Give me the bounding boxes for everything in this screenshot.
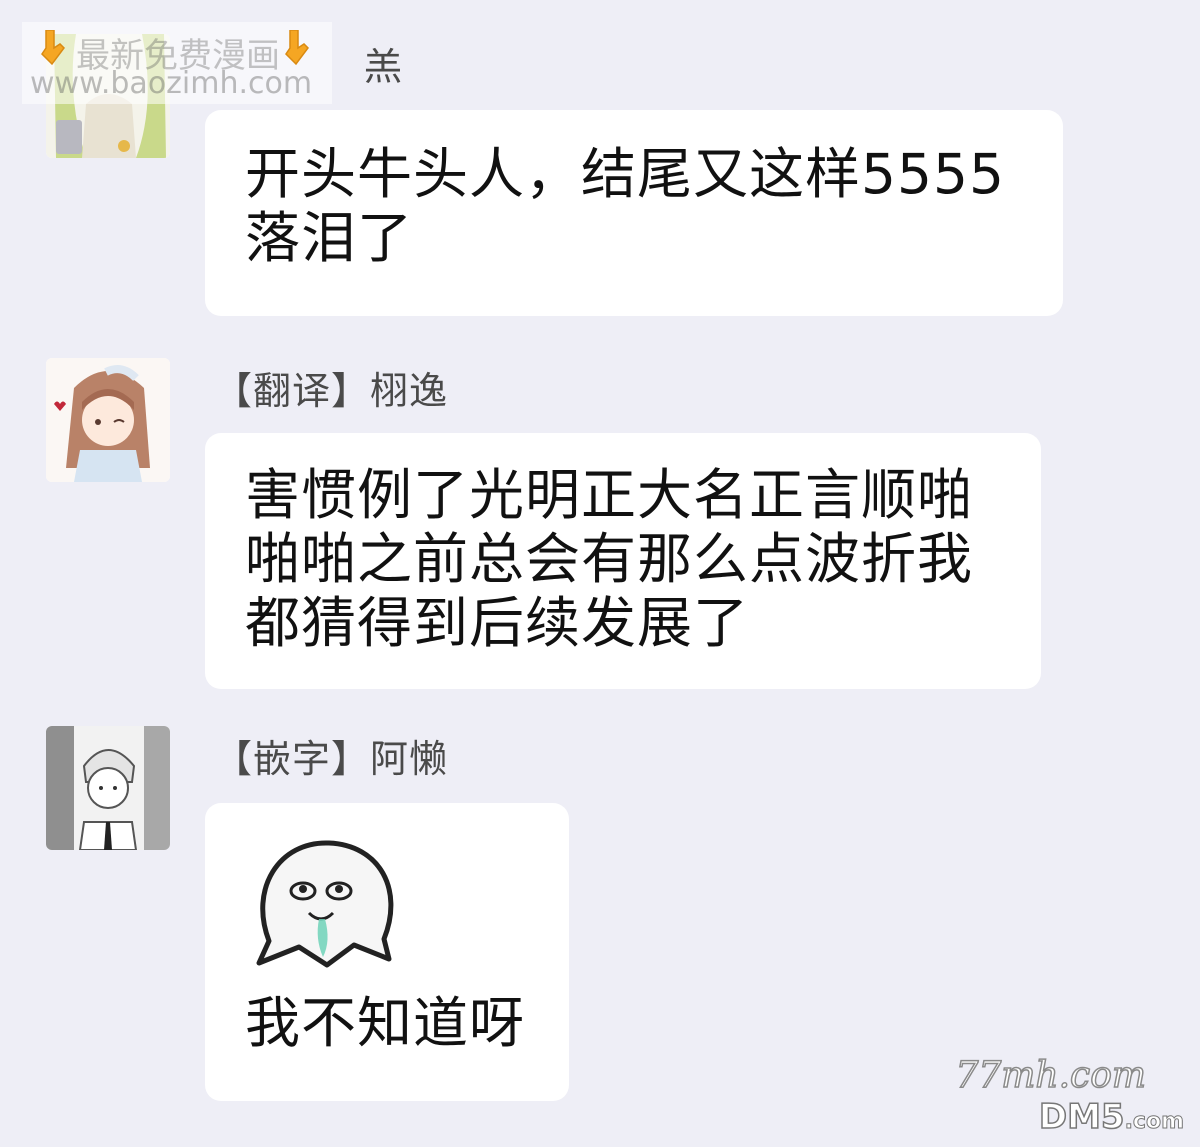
corner-watermark: 77mh.com DM5.com bbox=[946, 1054, 1186, 1141]
sender-name: 【翻译】栩逸 bbox=[214, 369, 449, 413]
sender-name: 羔 bbox=[364, 45, 404, 89]
corner-watermark-brand-row: DM5.com bbox=[1038, 1096, 1184, 1138]
message-text-line: 开头牛头人，结尾又这样5555 bbox=[245, 142, 1005, 206]
message-bubble[interactable]: 开头牛头人，结尾又这样5555 落泪了 bbox=[205, 110, 1063, 316]
corner-watermark-suffix: .com bbox=[1124, 1109, 1184, 1135]
corner-watermark-brand: DM5 bbox=[1038, 1096, 1125, 1138]
message-text-line: 啪啪之前总会有那么点波折我 bbox=[245, 527, 974, 591]
message-bubble[interactable]: 我不知道呀 bbox=[205, 803, 569, 1101]
avatar-sender-2[interactable] bbox=[46, 358, 170, 482]
message-text-line: 落泪了 bbox=[245, 206, 414, 270]
watermark-url: www.baozimh.com bbox=[30, 66, 313, 101]
sticker-caption: 我不知道呀 bbox=[245, 991, 526, 1055]
message-bubble[interactable]: 害惯例了光明正大名正言顺啪 啪啪之前总会有那么点波折我 都猜得到后续发展了 bbox=[205, 433, 1041, 689]
avatar-image bbox=[46, 358, 170, 482]
avatar-image bbox=[46, 726, 170, 850]
sender-name: 【嵌字】阿懒 bbox=[214, 737, 449, 781]
message-text-line: 害惯例了光明正大名正言顺啪 bbox=[245, 463, 974, 527]
message-text-line: 都猜得到后续发展了 bbox=[245, 591, 750, 655]
ghost-sticker bbox=[256, 840, 394, 968]
avatar-sender-3[interactable] bbox=[46, 726, 170, 850]
corner-watermark-site: 77mh.com bbox=[955, 1054, 1147, 1097]
